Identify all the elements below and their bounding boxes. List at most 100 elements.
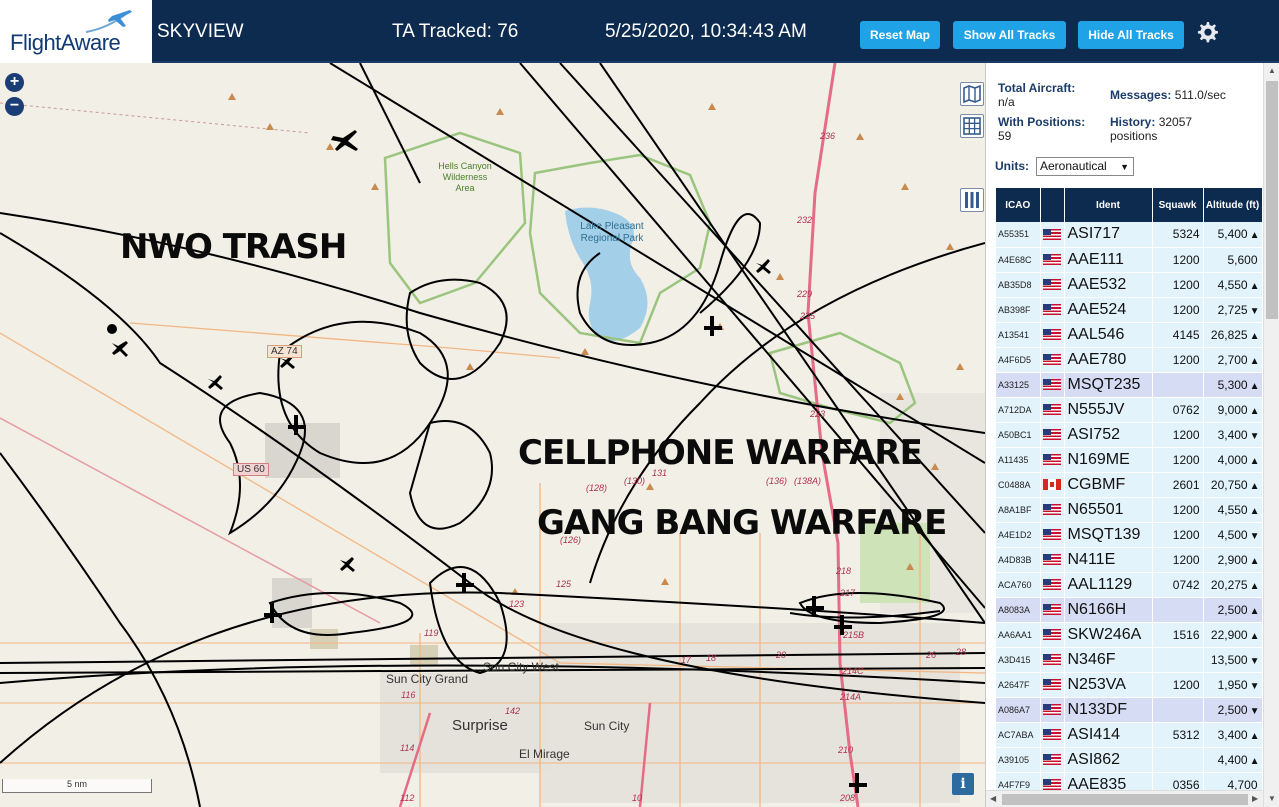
cell-squawk: 1200 <box>1152 422 1204 448</box>
horizontal-scrollbar[interactable]: ◀ ▶ <box>986 790 1263 807</box>
table-row[interactable]: A11435 N169ME 1200 4,000 ▲ <box>996 447 1263 473</box>
place-label-sun-city: Sun City <box>584 719 630 733</box>
altitude-value: 4,500 <box>1217 527 1248 542</box>
column-header-flag[interactable] <box>1040 188 1065 222</box>
zoom-in-button[interactable]: + <box>5 73 24 92</box>
cell-flag <box>1040 522 1065 548</box>
table-row[interactable]: A39105 ASI862 4,400 ▲ <box>996 747 1263 773</box>
column-header-icao[interactable]: ICAO <box>996 188 1041 222</box>
cell-flag <box>1040 547 1065 573</box>
exit-label: 123 <box>509 599 525 609</box>
cell-squawk: 5312 <box>1152 722 1204 748</box>
scroll-left-icon[interactable]: ◀ <box>990 794 996 803</box>
hide-all-tracks-button[interactable]: Hide All Tracks <box>1078 21 1184 49</box>
reset-map-button[interactable]: Reset Map <box>860 21 940 49</box>
us-flag-icon <box>1042 278 1061 290</box>
table-row[interactable]: A55351 ASI717 5324 5,400 ▲ <box>996 222 1263 248</box>
cell-squawk: 0742 <box>1152 572 1204 598</box>
cell-ident: AAE524 <box>1064 297 1153 323</box>
exit-label: (130) <box>624 476 646 486</box>
map-view[interactable]: Hells Canyon Wilderness Area Lake Pleasa… <box>0 63 985 807</box>
altitude-value: 5,600 <box>1227 252 1258 267</box>
info-button[interactable]: i <box>952 773 974 795</box>
exit-label: 26 <box>926 650 937 660</box>
altitude-value: 20,275 <box>1210 577 1248 592</box>
exit-label: 223 <box>810 409 826 419</box>
scroll-down-icon[interactable]: ▼ <box>1268 794 1276 803</box>
cell-icao: A8083A <box>996 597 1041 623</box>
table-row[interactable]: A2647F N253VA 1200 1,950 ▼ <box>996 672 1263 698</box>
cell-squawk <box>1152 647 1204 673</box>
table-row[interactable]: A13541 AAL546 4145 26,825 ▲ <box>996 322 1263 348</box>
aircraft-icon <box>340 557 355 572</box>
scrollbar-thumb[interactable] <box>1002 794 1248 805</box>
scroll-up-icon[interactable]: ▲ <box>1268 66 1276 75</box>
logo[interactable]: FlightAware <box>0 0 152 63</box>
column-header-altitude[interactable]: Altitude (ft) <box>1203 188 1263 222</box>
cell-flag <box>1040 322 1065 348</box>
cell-icao: ACA760 <box>996 572 1041 598</box>
table-row[interactable]: A50BC1 ASI752 1200 3,400 ▼ <box>996 422 1263 448</box>
exit-label: 18 <box>706 653 717 663</box>
column-header-squawk[interactable]: Squawk <box>1152 188 1204 222</box>
cell-altitude: 2,500 ▲ <box>1203 597 1263 623</box>
table-row[interactable]: A4E68C AAE111 1200 5,600 <box>996 247 1263 273</box>
table-row[interactable]: AB35D8 AAE532 1200 4,550 ▲ <box>996 272 1263 298</box>
us-flag-icon <box>1042 453 1061 465</box>
exit-label: 208 <box>840 793 856 803</box>
cell-squawk: 1200 <box>1152 247 1204 273</box>
road-shield-az74: AZ 74 <box>267 345 302 358</box>
gear-icon[interactable] <box>1195 20 1219 44</box>
scale-bar: 5 nm <box>2 779 152 793</box>
cell-squawk <box>1152 372 1204 398</box>
zoom-out-button[interactable]: − <box>5 97 24 116</box>
cell-ident: AAE111 <box>1064 247 1153 273</box>
cell-ident: CGBMF <box>1064 472 1153 498</box>
units-label: Units: <box>995 159 1029 173</box>
cell-icao: A8A1BF <box>996 497 1041 523</box>
scroll-right-icon[interactable]: ▶ <box>1252 794 1258 803</box>
table-row[interactable]: A8083A N6166H 2,500 ▲ <box>996 597 1263 623</box>
units-value: Aeronautical <box>1040 159 1107 173</box>
cell-altitude: 2,725 ▼ <box>1203 297 1263 323</box>
exit-label: 225 <box>800 311 816 321</box>
table-row[interactable]: A33125 MSQT235 5,300 ▲ <box>996 372 1263 398</box>
exit-label: 119 <box>424 628 439 638</box>
altitude-trend-icon: ▲ <box>1249 630 1260 642</box>
table-row[interactable]: AB398F AAE524 1200 2,725 ▼ <box>996 297 1263 323</box>
cell-ident: AAL1129 <box>1064 572 1153 598</box>
table-row[interactable]: C0488A CGBMF 2601 20,750 ▲ <box>996 472 1263 498</box>
table-row[interactable]: A4F6D5 AAE780 1200 2,700 ▲ <box>996 347 1263 373</box>
cell-squawk: 1200 <box>1152 672 1204 698</box>
place-label-el-mirage: El Mirage <box>519 747 570 761</box>
aircraft-table-body: A55351 ASI717 5324 5,400 ▲ A4E68C AAE111 1200 5,… <box>996 222 1263 798</box>
us-flag-icon <box>1042 728 1061 740</box>
exit-label: 215B <box>843 630 865 640</box>
cell-ident: N169ME <box>1064 447 1153 473</box>
cell-icao: A4E68C <box>996 247 1041 273</box>
table-header-row: ICAO Ident Squawk Altitude (ft) <box>996 188 1263 222</box>
columns-toggle-button[interactable] <box>960 188 984 212</box>
altitude-trend-icon: ▲ <box>1249 480 1260 492</box>
altitude-value: 5,300 <box>1217 377 1248 392</box>
us-flag-icon <box>1042 253 1061 265</box>
scrollbar-thumb[interactable] <box>1266 81 1278 319</box>
us-flag-icon <box>1042 228 1061 240</box>
units-select[interactable]: Aeronautical <box>1036 157 1134 176</box>
grid-toggle-button[interactable] <box>960 114 984 138</box>
table-row[interactable]: ACA760 AAL1129 0742 20,275 ▲ <box>996 572 1263 598</box>
table-row[interactable]: AC7ABA ASI414 5312 3,400 ▲ <box>996 722 1263 748</box>
table-row[interactable]: A4D83B N411E 1200 2,900 ▲ <box>996 547 1263 573</box>
table-row[interactable]: A4E1D2 MSQT139 1200 4,500 ▼ <box>996 522 1263 548</box>
vertical-scrollbar[interactable]: ▲ ▼ <box>1263 63 1279 807</box>
show-all-tracks-button[interactable]: Show All Tracks <box>953 21 1066 49</box>
cell-squawk: 1200 <box>1152 447 1204 473</box>
column-header-ident[interactable]: Ident <box>1064 188 1153 222</box>
table-row[interactable]: A3D415 N346F 13,500 ▼ <box>996 647 1263 673</box>
altitude-value: 2,700 <box>1217 352 1248 367</box>
table-row[interactable]: A086A7 N133DF 2,500 ▼ <box>996 697 1263 723</box>
map-layer-button[interactable] <box>960 82 984 106</box>
table-row[interactable]: A8A1BF N65501 1200 4,550 ▲ <box>996 497 1263 523</box>
table-row[interactable]: A712DA N555JV 0762 9,000 ▲ <box>996 397 1263 423</box>
table-row[interactable]: AA6AA1 SKW246A 1516 22,900 ▲ <box>996 622 1263 648</box>
